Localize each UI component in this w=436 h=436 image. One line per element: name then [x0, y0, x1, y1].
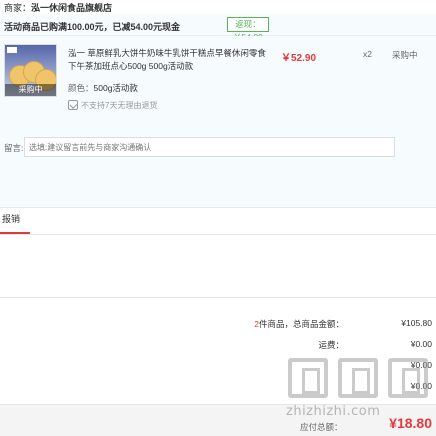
pay-total-label: 应付总额： — [300, 422, 343, 432]
summary-total-row: 2件商品，总商品金额： ¥105.80 — [0, 318, 436, 330]
thumb-status-label: 采购中 — [5, 84, 56, 96]
summary-shipping-row: 运费： ¥0.00 — [0, 339, 436, 351]
order-item: 采购中 泓一 草原鲜乳大饼牛奶味牛乳饼干糕点早餐休闲零食下午茶加班点心500g … — [0, 36, 436, 116]
message-row: 留言: — [0, 116, 436, 208]
cashback-tag: 返现：￥54.00 — [227, 17, 269, 42]
divider — [0, 297, 436, 298]
item-count-suffix: 件商品，总商品金额： — [258, 319, 344, 329]
summary-row-3-value: ¥0.00 — [410, 360, 432, 370]
product-title[interactable]: 泓一 草原鲜乳大饼牛奶味牛乳饼干糕点早餐休闲零食下午茶加班点心500g 500g… — [68, 47, 268, 73]
merchant-name[interactable]: 泓一休闲食品旗舰店 — [31, 3, 112, 13]
summary-count-label: 2件商品，总商品金额： — [254, 318, 344, 330]
product-thumbnail[interactable]: 采购中 — [4, 44, 57, 97]
brand-logo-icon — [7, 47, 17, 53]
merchant-prefix: 商家： — [4, 3, 32, 13]
product-attribute: 颜色：500g活动款 — [68, 82, 138, 94]
promo-text: 活动商品已购满100.00元，已减54.00元现金 — [4, 22, 181, 32]
summary-row-4: ¥0.00 — [0, 381, 436, 393]
merchant-info: 商家：泓一休闲食品旗舰店 — [4, 1, 112, 14]
product-quantity: x2 — [363, 49, 372, 59]
shipping-label: 运费： — [318, 340, 344, 350]
summary-row-3: ¥0.00 — [0, 360, 436, 372]
message-input[interactable] — [24, 137, 395, 157]
item-status: 采购中 — [392, 50, 418, 60]
message-label: 留言: — [4, 143, 24, 153]
summary-row-4-value: ¥0.00 — [410, 381, 432, 391]
attr-value: 500g活动款 — [93, 83, 138, 93]
return-policy-text: 不支持7天无理由退货 — [81, 101, 158, 110]
tab-reimbursement[interactable]: 报销 — [0, 212, 22, 225]
divider — [0, 234, 436, 235]
attr-label: 颜色： — [68, 83, 94, 93]
payment-bar: 应付总额： ¥18.80 — [0, 404, 436, 436]
return-policy: 不支持7天无理由退货 — [68, 100, 157, 111]
shipping-value: ¥0.00 — [410, 339, 432, 349]
promo-row: 活动商品已购满100.00元，已减54.00元现金 返现：￥54.00 — [0, 14, 436, 42]
pay-total-value: ¥18.80 — [389, 415, 432, 431]
return-policy-icon — [68, 100, 78, 110]
summary-total-value: ¥105.80 — [401, 318, 432, 328]
product-price: ￥52.90 — [281, 53, 317, 64]
